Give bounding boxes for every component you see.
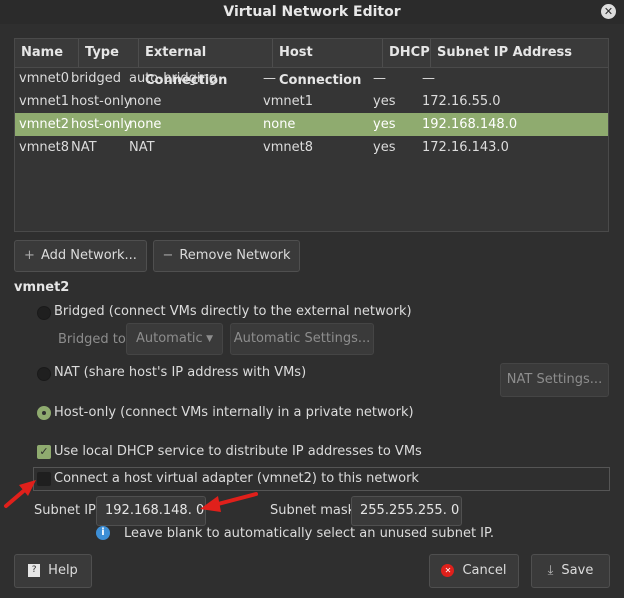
nat-radio[interactable] xyxy=(37,367,51,381)
help-icon: ? xyxy=(28,564,41,577)
section-title: vmnet2 xyxy=(14,280,70,295)
cell-external-connection: none xyxy=(129,94,162,109)
save-label: Save xyxy=(561,563,594,578)
cell-subnet-ip: 192.168.148.0 xyxy=(422,117,518,132)
nat-label: NAT (share host's IP address with VMs) xyxy=(54,365,307,380)
automatic-settings-button[interactable]: Automatic Settings... xyxy=(230,323,374,355)
cell-external-connection: NAT xyxy=(129,140,155,155)
dhcp-checkbox[interactable]: ✓ xyxy=(37,445,51,459)
column-header-subnet-ip[interactable]: Subnet IP Address xyxy=(431,39,608,67)
column-header-host-connection[interactable]: Host Connection xyxy=(273,39,383,88)
column-header-external-connection[interactable]: External Connection xyxy=(139,39,273,88)
column-header-name[interactable]: Name xyxy=(15,39,79,67)
cancel-icon: ✕ xyxy=(441,564,455,577)
annotation-arrow-left-icon xyxy=(4,480,36,508)
cell-host-connection: vmnet1 xyxy=(263,94,313,109)
table-row[interactable]: vmnet8 NAT NAT vmnet8 yes 172.16.143.0 xyxy=(15,136,608,159)
cell-subnet-ip: — xyxy=(422,71,435,86)
save-button[interactable]: ⤓ Save xyxy=(531,554,610,588)
subnet-mask-label: Subnet mask: xyxy=(270,503,360,518)
bridged-radio[interactable] xyxy=(37,306,51,320)
remove-network-button[interactable]: − Remove Network xyxy=(153,240,300,272)
subnet-ip-field[interactable]: 192.168.148. 0 xyxy=(96,496,206,526)
network-table: Name Type External Connection Host Conne… xyxy=(14,38,609,232)
column-header-type[interactable]: Type xyxy=(79,39,139,67)
cell-external-connection: auto-bridging xyxy=(129,71,218,86)
help-label: Help xyxy=(48,563,78,578)
bridged-to-label: Bridged to: xyxy=(58,332,131,347)
host-only-radio[interactable] xyxy=(37,406,51,420)
cell-dhcp: yes xyxy=(373,94,396,109)
cell-subnet-ip: 172.16.55.0 xyxy=(422,94,501,109)
cell-name: vmnet1 xyxy=(19,94,69,109)
help-button[interactable]: ? Help xyxy=(14,554,92,588)
info-icon: i xyxy=(96,526,110,540)
minus-icon: − xyxy=(162,248,174,263)
cell-name: vmnet0 xyxy=(19,71,69,86)
add-network-label: Add Network... xyxy=(40,248,137,263)
cell-name: vmnet2 xyxy=(19,117,69,132)
cell-external-connection: none xyxy=(129,117,162,132)
table-row[interactable]: vmnet1 host-only none vmnet1 yes 172.16.… xyxy=(15,90,608,113)
cell-host-connection: vmnet8 xyxy=(263,140,313,155)
bridged-to-value: Automatic xyxy=(136,331,203,346)
cell-dhcp: yes xyxy=(373,117,396,132)
cell-type: bridged xyxy=(71,71,121,86)
dhcp-label: Use local DHCP service to distribute IP … xyxy=(54,444,422,459)
nat-settings-button[interactable]: NAT Settings... xyxy=(500,363,609,397)
subnet-mask-field[interactable]: 255.255.255. 0 xyxy=(351,496,462,526)
info-text: Leave blank to automatically select an u… xyxy=(124,526,494,541)
table-header: Name Type External Connection Host Conne… xyxy=(15,39,608,88)
close-icon[interactable]: ✕ xyxy=(601,4,616,19)
cell-host-connection: — xyxy=(263,71,276,86)
dropdown-arrow-icon: ▼ xyxy=(206,334,213,344)
cell-dhcp: — xyxy=(373,71,386,86)
cell-name: vmnet8 xyxy=(19,140,69,155)
annotation-arrow-right-icon xyxy=(200,492,258,512)
cell-type: host-only xyxy=(71,117,132,132)
plus-icon: + xyxy=(24,248,35,263)
cell-type: host-only xyxy=(71,94,132,109)
table-row-selected[interactable]: vmnet2 host-only none none yes 192.168.1… xyxy=(15,113,608,136)
cell-type: NAT xyxy=(71,140,97,155)
bridged-label: Bridged (connect VMs directly to the ext… xyxy=(54,304,412,319)
host-only-label: Host-only (connect VMs internally in a p… xyxy=(54,405,414,420)
cancel-button[interactable]: ✕ Cancel xyxy=(429,554,519,588)
bridged-to-dropdown[interactable]: Automatic ▼ xyxy=(126,323,223,355)
window-title: Virtual Network Editor xyxy=(0,0,624,24)
cell-dhcp: yes xyxy=(373,140,396,155)
cancel-label: Cancel xyxy=(462,563,507,578)
cell-subnet-ip: 172.16.143.0 xyxy=(422,140,509,155)
remove-network-label: Remove Network xyxy=(179,248,291,263)
add-network-button[interactable]: + Add Network... xyxy=(14,240,147,272)
table-row[interactable]: vmnet0 bridged auto-bridging — — — xyxy=(15,67,608,90)
column-header-dhcp[interactable]: DHCP xyxy=(383,39,431,67)
save-icon: ⤓ xyxy=(547,563,554,578)
cell-host-connection: none xyxy=(263,117,296,132)
